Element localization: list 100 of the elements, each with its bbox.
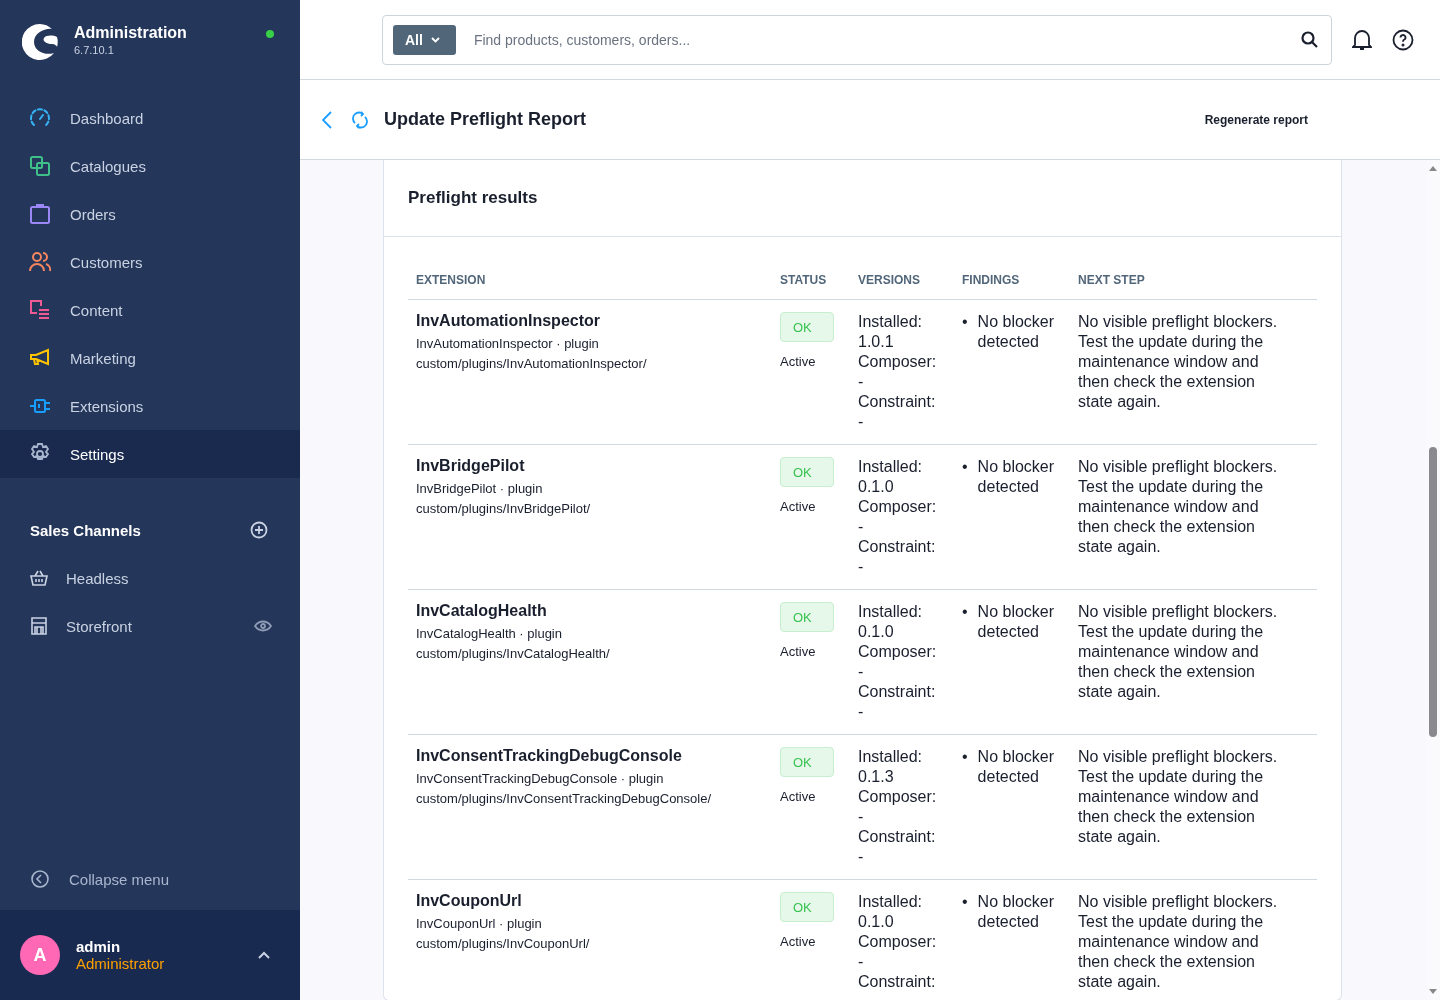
status-badge: OK [780,747,834,777]
extension-meta: InvCouponUrl · plugin [416,915,543,933]
version-label: Installed: [858,747,924,767]
nav-item[interactable]: Dashboard [0,94,300,142]
extension-name: InvAutomationInspector [416,312,601,330]
bullet: • [962,457,968,477]
version-value: 0.1.3 [858,767,895,787]
basket-icon [30,569,48,587]
status-text: Active [780,499,816,514]
status-text: Active [780,789,816,804]
app-title: Administration [74,24,188,42]
version-label: Composer: [858,787,938,807]
version-label: Installed: [858,602,924,622]
extension-meta: InvBridgePilot · plugin [416,480,544,498]
column-header: STATUS [779,273,828,287]
version-value: - [858,412,865,432]
next-step-text: No visible preflight blockers. Test the update during the maintenance window and then check the extension state again. [1077,312,1279,412]
version-text: 6.7.10.1 [74,44,115,56]
finding-text: No blocker detected [977,312,1056,352]
nav-item[interactable]: Catalogues [0,142,300,190]
version-value: - [858,662,865,682]
version-label: Composer: [858,642,938,662]
eye-icon[interactable] [254,620,272,632]
column-header: NEXT STEP [1077,273,1146,287]
extension-name: InvCatalogHealth [416,602,548,620]
version-label: Constraint: [858,682,937,702]
version-label: Constraint: [858,972,937,992]
column-header: VERSIONS [857,273,921,287]
version-value: - [858,702,865,722]
extension-name: InvConsentTrackingDebugConsole [416,747,683,765]
scrollbar-thumb[interactable] [1429,447,1437,737]
nav-item[interactable]: Content [0,286,300,334]
card-title: Preflight results [408,188,538,208]
status-badge: OK [780,312,834,342]
version-label: Constraint: [858,392,937,412]
nav-item[interactable]: Orders [0,190,300,238]
logo-icon [22,24,58,60]
search-icon[interactable] [1301,30,1319,49]
back-icon[interactable] [322,110,332,129]
column-header: EXTENSION [415,273,487,287]
extension-meta: InvConsentTrackingDebugConsole · plugin [416,770,665,788]
help-icon[interactable] [1392,28,1414,51]
version-value: - [858,372,865,392]
next-step-text: No visible preflight blockers. Test the update during the maintenance window and then check the extension state again. [1077,892,1279,992]
status-badge: OK [780,602,834,632]
status-text: Active [780,934,816,949]
bullet: • [962,747,968,767]
nav-item[interactable]: Marketing [0,334,300,382]
nav-item[interactable]: Customers [0,238,300,286]
extension-meta: InvCatalogHealth · plugin [416,625,563,643]
extension-name: InvCouponUrl [416,892,523,910]
extension-name: InvBridgePilot [416,457,526,475]
chevron-up-icon[interactable] [258,951,270,959]
version-value: - [858,807,865,827]
version-value: 1.0.1 [858,332,895,352]
finding-text: No blocker detected [977,747,1056,787]
version-label: Constraint: [858,537,937,557]
sales-channel-item[interactable]: Headless [0,554,300,602]
extension-path: custom/plugins/InvCouponUrl/ [416,935,591,953]
nav-item[interactable]: Settings [0,430,300,478]
version-label: Composer: [858,497,938,517]
next-step-text: No visible preflight blockers. Test the update during the maintenance window and then check the extension state again. [1077,457,1279,557]
version-value: 0.1.0 [858,477,895,497]
bell-icon[interactable] [1352,28,1372,51]
status-badge: OK [780,892,834,922]
finding-text: No blocker detected [977,457,1056,497]
version-value: - [858,847,865,867]
extension-path: custom/plugins/InvCatalogHealth/ [416,645,611,663]
nav-item[interactable]: Extensions [0,382,300,430]
version-label: Constraint: [858,827,937,847]
status-text: Active [780,644,816,659]
finding-text: No blocker detected [977,602,1056,642]
scroll-up-icon[interactable] [1429,166,1437,171]
sales-channel-item[interactable]: Storefront [0,602,300,650]
version-label: Installed: [858,457,924,477]
status-badge: OK [780,457,834,487]
version-value: - [858,952,865,972]
refresh-icon[interactable] [352,110,368,129]
next-step-text: No visible preflight blockers. Test the update during the maintenance window and then check the extension state again. [1077,602,1279,702]
bullet: • [962,312,968,332]
scroll-down-icon[interactable] [1429,989,1437,994]
regenerate-report-button[interactable]: Regenerate report [1200,108,1312,131]
version-label: Composer: [858,932,938,952]
extension-path: custom/plugins/InvConsentTrackingDebugConsole/ [416,790,713,808]
user-role: Administrator [76,955,166,972]
version-label: Composer: [858,352,938,372]
user-name: admin [76,938,122,955]
extension-path: custom/plugins/InvBridgePilot/ [416,500,592,518]
version-value: 0.1.0 [858,912,895,932]
chevron-left-icon [31,870,49,888]
page-title: Update Preflight Report [384,109,587,130]
extension-meta: InvAutomationInspector · plugin [416,335,600,353]
version-label: Installed: [858,892,924,912]
scope-dropdown[interactable]: All [393,24,456,55]
collapse-menu-button[interactable]: Collapse menu [0,870,300,910]
add-icon[interactable] [250,521,268,539]
search-field[interactable]: All Find products, customers, orders... [382,14,1332,65]
bullet: • [962,892,968,912]
version-label: Installed: [858,312,924,332]
bullet: • [962,602,968,622]
